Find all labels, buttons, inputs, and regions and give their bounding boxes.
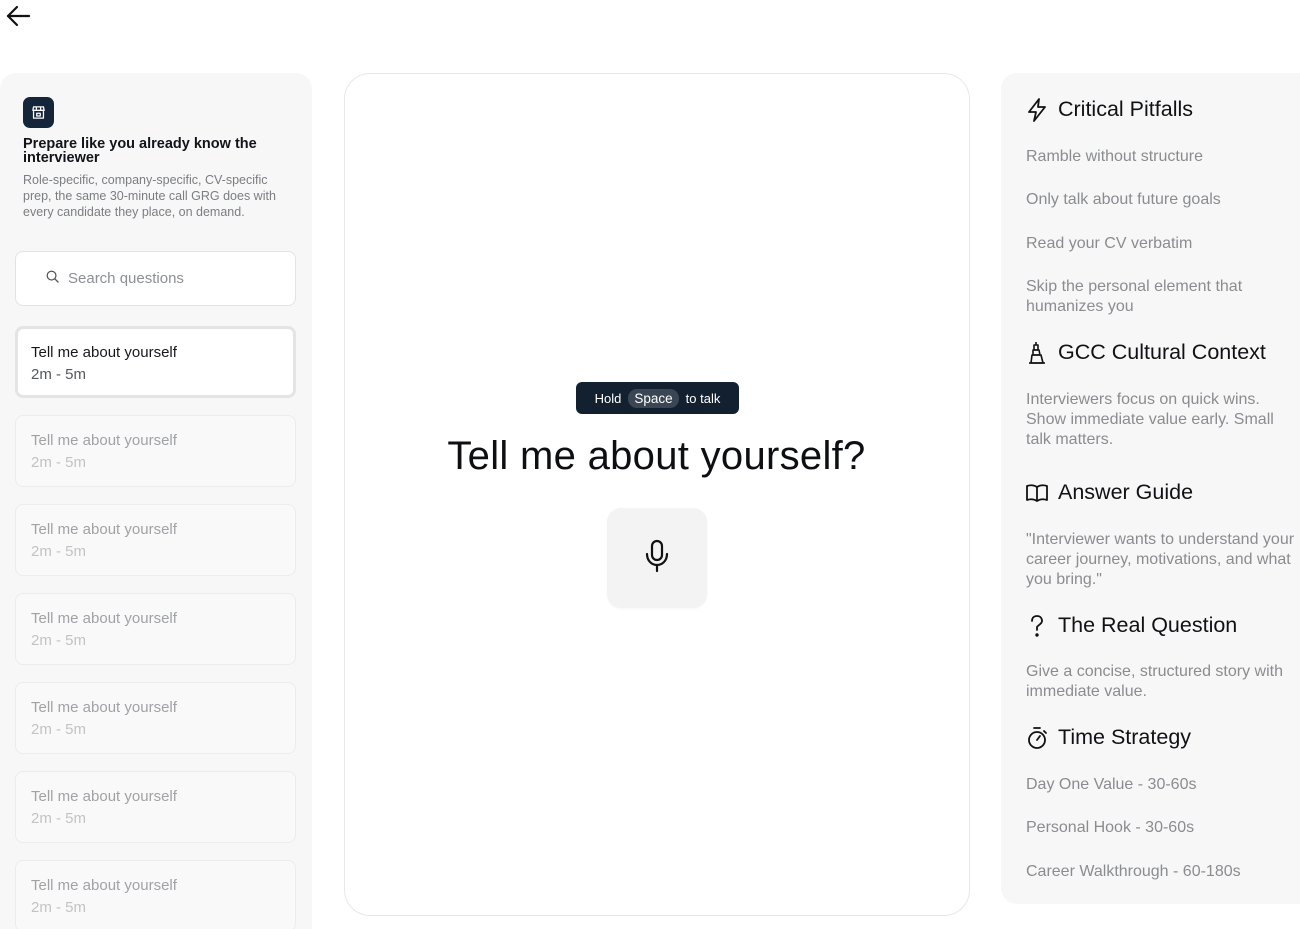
real-question-text: Give a concise, structured story with im… bbox=[1026, 663, 1283, 700]
pitfall-item: Only talk about future goals bbox=[1026, 191, 1221, 208]
culture-text: Interviewers focus on quick wins. Show i… bbox=[1026, 391, 1274, 448]
search-input[interactable] bbox=[68, 270, 268, 287]
guide-title: Answer Guide bbox=[1058, 480, 1194, 504]
question-duration: 2m - 5m bbox=[31, 810, 87, 827]
lightning-icon bbox=[1026, 97, 1048, 122]
stopwatch-icon bbox=[1026, 726, 1048, 750]
question-item[interactable]: Tell me about yourself 2m - 5m bbox=[15, 504, 296, 576]
pitfall-item: Ramble without structure bbox=[1026, 148, 1203, 165]
time-strategy-item: Personal Hook - 30-60s bbox=[1026, 819, 1195, 836]
time-strategy-title: Time Strategy bbox=[1058, 725, 1192, 749]
tower-icon bbox=[1026, 341, 1048, 365]
question-duration: 2m - 5m bbox=[31, 899, 87, 916]
intro-title: Prepare like you already know the interv… bbox=[23, 136, 257, 166]
pitfall-item: Read your CV verbatim bbox=[1026, 235, 1193, 252]
question-title: Tell me about yourself bbox=[31, 877, 177, 894]
question-title: Tell me about yourself bbox=[31, 610, 177, 627]
question-item[interactable]: Tell me about yourself 2m - 5m bbox=[15, 860, 296, 929]
current-question: Tell me about yourself? bbox=[447, 434, 866, 478]
question-title: Tell me about yourself bbox=[31, 788, 177, 805]
hint-prefix: Hold bbox=[594, 390, 622, 406]
back-button[interactable] bbox=[3, 4, 33, 32]
time-strategy-item: Day One Value - 30-60s bbox=[1026, 776, 1197, 793]
guide-header: Answer Guide bbox=[1026, 480, 1193, 505]
time-strategy-item: Career Walkthrough - 60-180s bbox=[1026, 863, 1241, 880]
question-mark-icon bbox=[1026, 614, 1048, 638]
question-item[interactable]: Tell me about yourself 2m - 5m bbox=[15, 682, 296, 754]
question-item[interactable]: Tell me about yourself 2m - 5m bbox=[15, 771, 296, 843]
question-duration: 2m - 5m bbox=[31, 366, 87, 383]
book-open-icon bbox=[1026, 481, 1048, 505]
pitfalls-header: Critical Pitfalls bbox=[1026, 97, 1193, 122]
guidance-sidebar: Critical Pitfalls Ramble without structu… bbox=[1001, 73, 1300, 904]
question-title: Tell me about yourself bbox=[31, 699, 177, 716]
microphone-button[interactable] bbox=[607, 508, 707, 608]
culture-header: GCC Cultural Context bbox=[1026, 340, 1266, 365]
space-key-badge: Space bbox=[628, 388, 679, 408]
practice-panel: Hold Space to talk Tell me about yoursel… bbox=[344, 73, 970, 916]
intro-description: Role-specific, company-specific, CV-spec… bbox=[23, 173, 276, 219]
question-sidebar: Prepare like you already know the interv… bbox=[0, 73, 312, 929]
search-icon bbox=[45, 269, 60, 289]
arrow-left-icon bbox=[5, 4, 31, 33]
question-title: Tell me about yourself bbox=[31, 432, 177, 449]
pitfalls-title: Critical Pitfalls bbox=[1058, 97, 1193, 121]
question-duration: 2m - 5m bbox=[31, 632, 87, 649]
question-title: Tell me about yourself bbox=[31, 344, 177, 361]
question-duration: 2m - 5m bbox=[31, 454, 87, 471]
time-strategy-header: Time Strategy bbox=[1026, 725, 1191, 750]
pitfall-item: Skip the personal element that humanizes… bbox=[1026, 278, 1243, 315]
real-question-header: The Real Question bbox=[1026, 613, 1237, 638]
question-item-selected[interactable]: Tell me about yourself 2m - 5m bbox=[15, 326, 296, 398]
search-box[interactable] bbox=[15, 251, 296, 306]
question-duration: 2m - 5m bbox=[31, 721, 87, 738]
question-duration: 2m - 5m bbox=[31, 543, 87, 560]
hint-suffix: to talk bbox=[685, 390, 721, 406]
question-list: Tell me about yourself 2m - 5m Tell me a… bbox=[15, 326, 296, 929]
question-title: Tell me about yourself bbox=[31, 521, 177, 538]
guide-text: "Interviewer wants to understand your ca… bbox=[1026, 531, 1295, 588]
question-item[interactable]: Tell me about yourself 2m - 5m bbox=[15, 593, 296, 665]
question-item[interactable]: Tell me about yourself 2m - 5m bbox=[15, 415, 296, 487]
culture-title: GCC Cultural Context bbox=[1058, 340, 1266, 364]
real-question-title: The Real Question bbox=[1058, 613, 1238, 637]
microphone-icon bbox=[644, 539, 670, 578]
store-icon bbox=[23, 97, 54, 128]
push-to-talk-hint: Hold Space to talk bbox=[576, 382, 739, 414]
